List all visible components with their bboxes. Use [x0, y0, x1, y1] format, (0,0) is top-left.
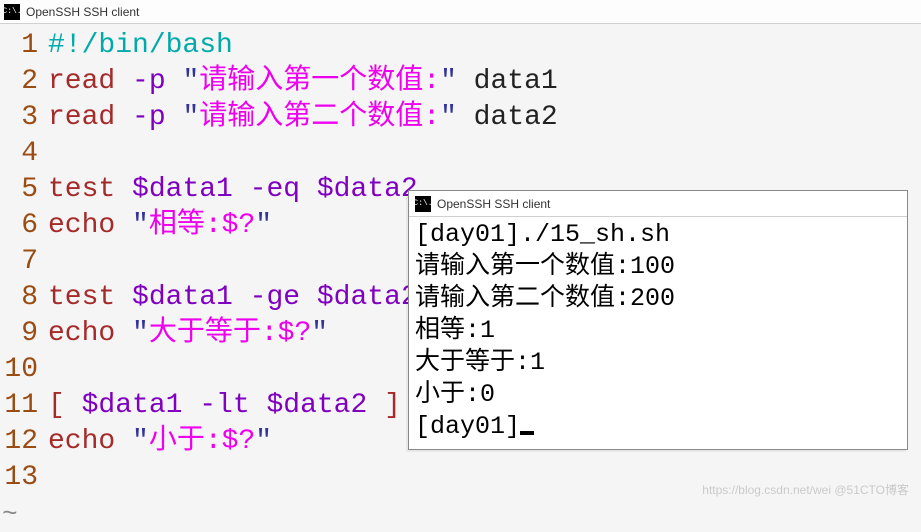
line-number: 5 — [0, 172, 48, 208]
code-token — [65, 390, 82, 421]
line-number: 11 — [0, 388, 48, 424]
code-token: data2 — [457, 102, 558, 133]
cursor-icon — [520, 431, 534, 435]
code-token: " — [440, 102, 457, 133]
line-number: 12 — [0, 424, 48, 460]
line-number: 8 — [0, 280, 48, 316]
code-token: 大于等于:$? — [149, 318, 311, 349]
code-content[interactable]: read -p "请输入第二个数值:" data2 — [48, 100, 921, 136]
terminal-line: 大于等于:1 — [415, 347, 901, 379]
code-token: #!/bin/bash — [48, 30, 233, 61]
code-content[interactable]: #!/bin/bash — [48, 28, 921, 64]
code-token: test — [48, 282, 115, 313]
watermark: https://blog.csdn.net/wei @51CTO博客 — [702, 481, 909, 498]
code-content[interactable] — [48, 136, 921, 172]
code-token: 小于:$? — [149, 426, 255, 457]
code-token: -ge — [233, 282, 317, 313]
code-token — [115, 318, 132, 349]
code-token: " — [132, 210, 149, 241]
terminal-line: [day01] — [415, 411, 901, 443]
terminal-line: 小于:0 — [415, 379, 901, 411]
code-token: echo — [48, 210, 115, 241]
terminal-line: 请输入第二个数值:200 — [415, 283, 901, 315]
terminal-window[interactable]: C:\. OpenSSH SSH client [day01]./15_sh.s… — [408, 190, 908, 450]
code-token: " — [182, 102, 199, 133]
code-token: test — [48, 174, 115, 205]
code-token: -lt — [182, 390, 266, 421]
code-token — [115, 174, 132, 205]
code-token: " — [182, 66, 199, 97]
terminal-line: 相等:1 — [415, 315, 901, 347]
code-line[interactable]: 2read -p "请输入第一个数值:" data1 — [0, 64, 921, 100]
editor-end-marker: ~ — [0, 496, 921, 532]
code-line[interactable]: 4 — [0, 136, 921, 172]
line-number: 13 — [0, 460, 48, 496]
code-token: " — [132, 318, 149, 349]
line-number: 1 — [0, 28, 48, 64]
code-token — [115, 426, 132, 457]
terminal-titlebar[interactable]: C:\. OpenSSH SSH client — [409, 191, 907, 217]
code-token: 请输入第一个数值: — [199, 66, 440, 97]
code-token: read — [48, 102, 115, 133]
code-token: 请输入第二个数值: — [199, 102, 440, 133]
line-number: 10 — [0, 352, 48, 388]
code-token: $data2 — [317, 282, 418, 313]
code-token: $data2 — [266, 390, 367, 421]
code-token: echo — [48, 318, 115, 349]
code-token: ] — [384, 390, 401, 421]
terminal-line: 请输入第一个数值:100 — [415, 251, 901, 283]
code-token: " — [255, 426, 272, 457]
line-number: 9 — [0, 316, 48, 352]
code-token: data1 — [457, 66, 558, 97]
code-token: -eq — [233, 174, 317, 205]
line-number: 2 — [0, 64, 48, 100]
line-number: 7 — [0, 244, 48, 280]
code-token — [115, 210, 132, 241]
code-token: -p — [115, 102, 182, 133]
code-token: " — [440, 66, 457, 97]
code-line[interactable]: 3read -p "请输入第二个数值:" data2 — [0, 100, 921, 136]
code-token: read — [48, 66, 115, 97]
code-token: echo — [48, 426, 115, 457]
code-token: " — [255, 210, 272, 241]
code-token — [367, 390, 384, 421]
code-content[interactable]: read -p "请输入第一个数值:" data1 — [48, 64, 921, 100]
code-line[interactable]: 1#!/bin/bash — [0, 28, 921, 64]
code-token: $data1 — [82, 390, 183, 421]
main-window-titlebar[interactable]: C:\. OpenSSH SSH client — [0, 0, 921, 24]
code-token — [115, 282, 132, 313]
code-token: 相等:$? — [149, 210, 255, 241]
line-number: 6 — [0, 208, 48, 244]
code-token: " — [311, 318, 328, 349]
code-token: $data2 — [317, 174, 418, 205]
code-token: $data1 — [132, 282, 233, 313]
terminal-output: [day01]./15_sh.sh请输入第一个数值:100请输入第二个数值:20… — [409, 217, 907, 449]
code-token: -p — [115, 66, 182, 97]
code-token: $data1 — [132, 174, 233, 205]
line-number: 4 — [0, 136, 48, 172]
terminal-title: OpenSSH SSH client — [437, 197, 550, 211]
code-token: " — [132, 426, 149, 457]
code-token: [ — [48, 390, 65, 421]
terminal-icon: C:\. — [415, 196, 431, 212]
terminal-line: [day01]./15_sh.sh — [415, 219, 901, 251]
window-title: OpenSSH SSH client — [26, 5, 139, 19]
line-number: 3 — [0, 100, 48, 136]
terminal-icon: C:\. — [4, 4, 20, 20]
